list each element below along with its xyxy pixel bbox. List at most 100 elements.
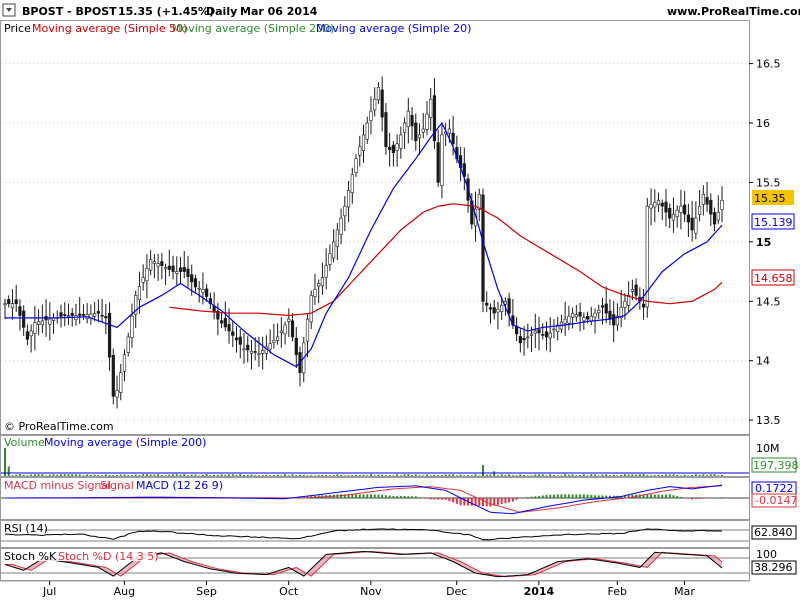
ticker-label: BPOST - BPOST — [22, 5, 117, 18]
price-bar — [14, 284, 18, 312]
macd-hist-bar — [534, 496, 537, 498]
price-bar — [238, 328, 242, 359]
price-panel: 16.5 16 15.5 15 14.5 14 13.5 Price Moving aver… — [1, 22, 795, 433]
volume-bar — [194, 474, 197, 476]
volume-bar — [276, 474, 279, 476]
price-bar — [104, 303, 108, 335]
price-bar — [305, 314, 310, 358]
volume-bar — [369, 474, 372, 476]
volume-bar — [186, 475, 189, 476]
price-tick-label: 15.5 — [756, 176, 781, 189]
price-bar — [320, 262, 325, 295]
legend-volume: Volume — [4, 436, 45, 449]
price-bar — [641, 288, 646, 320]
volume-bar — [362, 474, 365, 476]
volume-bar — [463, 475, 466, 476]
macd-hist-bar — [123, 498, 126, 499]
volume-bar — [22, 475, 25, 476]
price-bar — [373, 87, 377, 117]
rsi-panel-frame — [0, 520, 750, 548]
volume-bar — [82, 475, 85, 476]
volume-bar — [269, 475, 272, 476]
macd-hist-bar — [575, 494, 578, 498]
macd-hist-bar — [145, 498, 148, 499]
price-bar — [317, 279, 321, 304]
volume-bar — [698, 474, 701, 476]
volume-bar — [228, 474, 231, 476]
macd-hist-bar — [388, 495, 391, 498]
volume-bar — [418, 475, 421, 476]
price-bar — [294, 326, 298, 369]
price-bar — [261, 336, 265, 370]
volume-bar — [545, 475, 548, 476]
macd-hist-bar — [425, 498, 428, 499]
price-bar — [526, 323, 530, 349]
x-tick-label: Aug — [114, 585, 135, 598]
volume-bar — [437, 475, 440, 476]
volume-bar — [586, 475, 589, 476]
price-bar — [276, 323, 280, 345]
price-bar — [246, 335, 250, 363]
price-bar — [160, 253, 164, 280]
price-bar — [425, 100, 429, 136]
volume-bar — [612, 474, 615, 476]
price-bar — [559, 314, 564, 334]
price-bar — [365, 116, 369, 145]
price-bar — [74, 303, 78, 326]
macd-hist-bar — [384, 495, 387, 498]
macd-hist-bar — [396, 495, 399, 498]
macd-hist-bar — [160, 498, 163, 499]
volume-bar — [340, 475, 343, 476]
macd-hist-bar — [545, 495, 548, 498]
legend-rsi: RSI (14) — [4, 522, 48, 535]
volume-bar — [336, 474, 339, 476]
volume-bar — [683, 474, 686, 476]
macd-hist-bar — [511, 498, 514, 502]
volume-bar — [668, 474, 671, 476]
price-bar — [391, 141, 395, 167]
volume-bar — [407, 474, 410, 476]
price-bar — [571, 307, 575, 329]
price-bar — [219, 313, 224, 329]
macd-hist-bar — [556, 494, 559, 498]
volume-bar — [541, 474, 544, 476]
price-bar — [51, 313, 56, 334]
macd-hist-bar — [127, 498, 130, 499]
volume-bar — [325, 474, 328, 476]
macd-hist-bar — [418, 497, 421, 498]
macd-hist-bar — [437, 498, 440, 500]
price-bar — [361, 124, 366, 163]
volume-bar — [138, 475, 141, 476]
macd-hist-bar — [168, 498, 171, 499]
macd-hist-bar — [526, 497, 529, 498]
macd-value-2: -0.0147 — [755, 494, 797, 507]
price-legend: Price Moving average (Simple 50) Moving … — [4, 22, 471, 35]
price-bar — [429, 87, 433, 131]
volume-bar — [556, 475, 559, 476]
price-bar — [462, 147, 466, 191]
macd-hist-bar — [672, 495, 675, 498]
volume-bar — [127, 475, 130, 476]
price-bar — [488, 303, 493, 324]
legend-stoch-k: Stoch %K — [4, 550, 57, 563]
macd-hist-bar — [694, 498, 697, 500]
macd-hist-bar — [470, 498, 473, 506]
price-bar — [675, 205, 679, 228]
date-label: Mar 06 2014 — [240, 5, 318, 18]
volume-bar — [332, 474, 335, 476]
macd-hist-bar — [582, 494, 585, 498]
volume-bar — [89, 475, 92, 476]
macd-histogram — [4, 494, 723, 507]
price-bar — [522, 326, 526, 356]
price-bar — [22, 305, 26, 336]
macd-hist-bar — [541, 495, 544, 498]
price-bar — [690, 200, 694, 242]
price-bar — [40, 304, 44, 333]
collapse-icon[interactable] — [2, 3, 16, 17]
macd-hist-bar — [564, 494, 567, 498]
price-bar — [649, 188, 653, 226]
volume-bar — [388, 475, 391, 476]
volume-bar — [470, 475, 473, 476]
price-bar — [231, 320, 235, 348]
macd-hist-bar — [179, 498, 182, 499]
